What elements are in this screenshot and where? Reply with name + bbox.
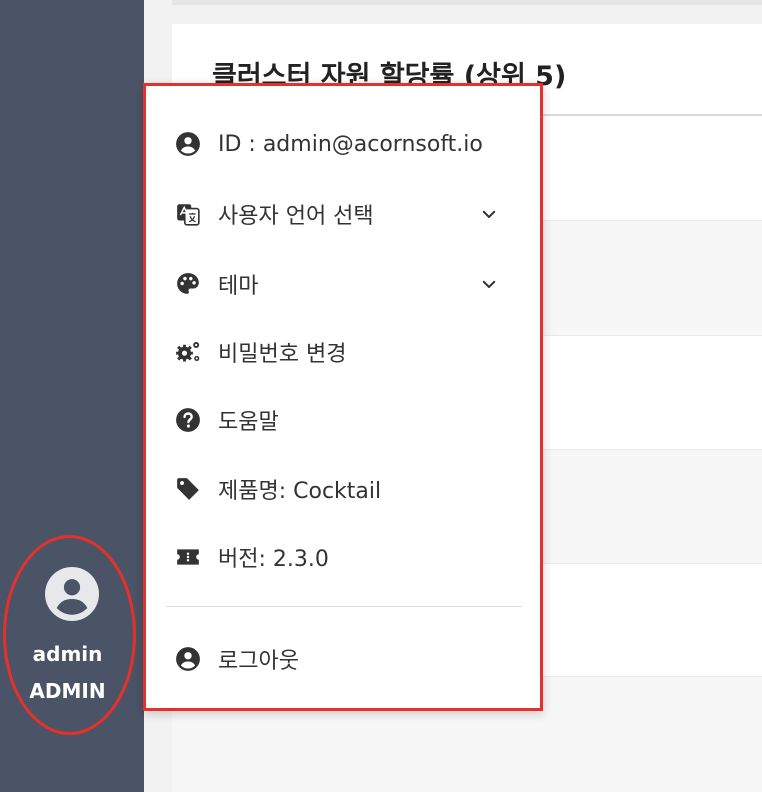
user-menu-dropdown: ID : admin@acornsoft.io 사용자 언어 선택 테마 비밀번… <box>143 83 543 711</box>
menu-item-label: 비밀번호 변경 <box>218 342 347 367</box>
menu-item-theme[interactable]: 테마 <box>146 262 540 306</box>
menu-item-product: 제품명: Cocktail <box>146 467 540 511</box>
sidebar: admin ADMIN <box>0 0 144 792</box>
settings-gears-icon <box>174 338 202 366</box>
menu-item-label: 테마 <box>218 274 259 299</box>
menu-divider <box>166 606 522 607</box>
help-circle-icon <box>174 406 202 434</box>
menu-item-help[interactable]: 도움말 <box>146 398 540 442</box>
menu-item-logout[interactable]: 로그아웃 <box>146 637 540 681</box>
menu-item-label: ID : admin@acornsoft.io <box>218 131 483 157</box>
chevron-down-icon[interactable] <box>478 273 500 295</box>
account-circle-icon <box>174 645 202 673</box>
menu-item-label: 도움말 <box>218 410 279 435</box>
tag-icon <box>174 475 202 503</box>
menu-item-id: ID : admin@acornsoft.io <box>146 122 540 166</box>
highlight-oval <box>3 535 136 735</box>
top-card-edge <box>172 0 762 5</box>
account-circle-icon <box>174 130 202 158</box>
chevron-down-icon[interactable] <box>478 203 500 225</box>
menu-item-label: 버전: 2.3.0 <box>218 547 329 572</box>
translate-icon <box>174 200 202 228</box>
palette-icon <box>174 270 202 298</box>
menu-item-version: 버전: 2.3.0 <box>146 535 540 579</box>
menu-item-language[interactable]: 사용자 언어 선택 <box>146 192 540 236</box>
menu-item-label: 사용자 언어 선택 <box>218 204 374 229</box>
ticket-icon <box>174 543 202 571</box>
menu-item-label: 제품명: Cocktail <box>218 479 382 504</box>
menu-item-change-password[interactable]: 비밀번호 변경 <box>146 330 540 374</box>
logout-label: 로그아웃 <box>218 649 299 674</box>
